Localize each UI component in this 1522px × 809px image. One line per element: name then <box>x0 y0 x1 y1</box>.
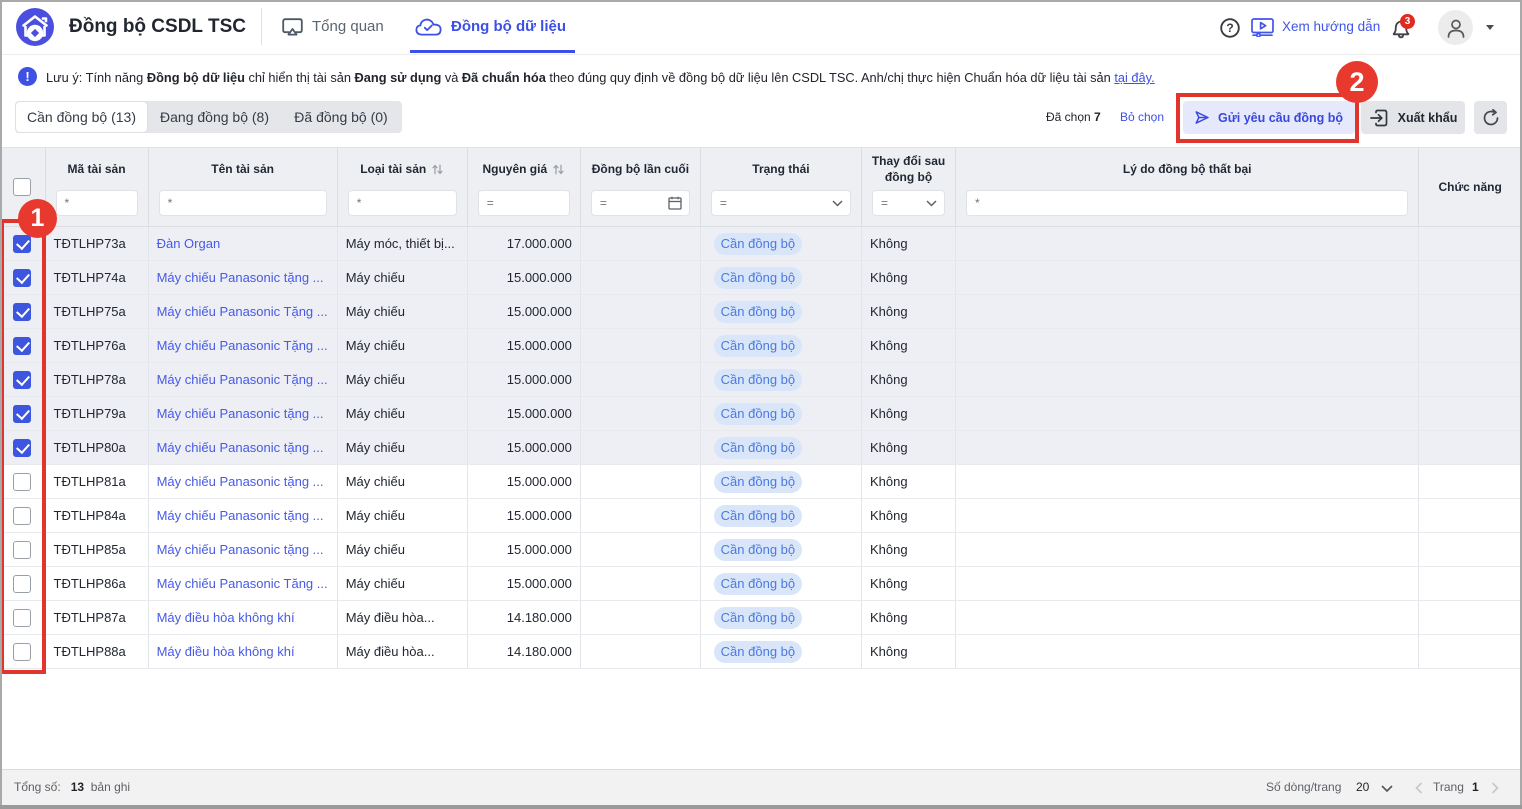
svg-text:?: ? <box>1226 21 1233 35</box>
